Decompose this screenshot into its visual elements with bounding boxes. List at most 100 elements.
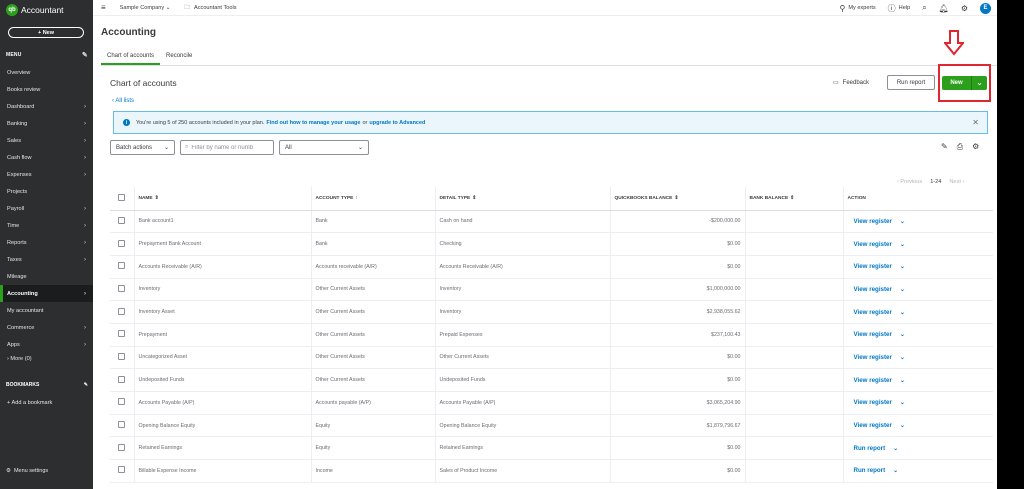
notifications-button[interactable]: 🔔︎	[939, 4, 949, 13]
bank-balance-cell	[744, 346, 843, 370]
row-action-chevron-down-icon[interactable]: ⌄	[893, 468, 898, 474]
search-button[interactable]: ⌕	[922, 3, 926, 13]
settings-button[interactable]: ⚙	[961, 4, 968, 13]
batch-actions-dropdown[interactable]: Batch actions ⌄	[110, 140, 175, 155]
edit-bookmarks-pencil-icon[interactable]: ✎	[84, 382, 88, 388]
sidebar-item-books-review[interactable]: Books review	[0, 81, 93, 98]
row-checkbox-cell	[110, 232, 134, 256]
pager-previous[interactable]: ‹ Previous	[897, 179, 922, 185]
row-checkbox[interactable]	[118, 307, 126, 315]
add-bookmark-link[interactable]: + Add a bookmark	[7, 400, 52, 406]
sidebar-new-button[interactable]: + New	[8, 27, 84, 38]
help-button[interactable]: ⓘ Help	[888, 3, 911, 14]
sidebar-item-sales[interactable]: Sales ›	[0, 132, 93, 149]
run-report-button[interactable]: Run report	[887, 75, 935, 90]
sidebar-item-dashboard[interactable]: Dashboard ›	[0, 98, 93, 115]
sidebar-more[interactable]: › More (0)	[7, 356, 32, 362]
row-action-link[interactable]: View register	[854, 286, 892, 293]
detail-type-column-header[interactable]: DETAIL TYPE ⇕	[434, 187, 610, 211]
row-action-link[interactable]: View register	[854, 354, 892, 361]
row-action-chevron-down-icon[interactable]: ⌄	[900, 287, 905, 293]
row-checkbox[interactable]	[118, 466, 126, 474]
row-action-chevron-down-icon[interactable]: ⌄	[900, 264, 905, 270]
qb-balance-column-header[interactable]: QUICKBOOKS BALANCE ⇕	[609, 187, 745, 211]
sidebar-item-cash-flow[interactable]: Cash flow ›	[0, 149, 93, 166]
sidebar-item-commerce[interactable]: Commerce ›	[0, 319, 93, 336]
menu-settings-link[interactable]: ⚙ Menu settings	[6, 468, 48, 474]
row-checkbox[interactable]	[118, 443, 126, 451]
row-action-chevron-down-icon[interactable]: ⌄	[900, 355, 905, 361]
row-action-link[interactable]: View register	[854, 399, 892, 406]
filter-by-name-input[interactable]	[191, 144, 264, 151]
sidebar-item-accounting[interactable]: Accounting ›	[0, 285, 93, 302]
row-action-link[interactable]: View register	[854, 331, 892, 338]
edit-pencil-icon[interactable]: ✎	[941, 142, 948, 152]
row-action-link[interactable]: View register	[854, 422, 892, 429]
row-action-chevron-down-icon[interactable]: ⌄	[900, 423, 905, 429]
row-checkbox[interactable]	[118, 284, 126, 292]
row-action-link[interactable]: View register	[854, 241, 892, 248]
action-cell: View register ⌄	[842, 346, 993, 370]
row-action-chevron-down-icon[interactable]: ⌄	[900, 242, 905, 248]
account-type-cell: Other Current Assets	[310, 323, 435, 347]
select-all-checkbox[interactable]	[118, 193, 126, 201]
name-column-header[interactable]: NAME ⇕	[133, 187, 311, 211]
row-checkbox[interactable]	[118, 239, 126, 247]
sidebar-item-projects[interactable]: Projects	[0, 183, 93, 200]
brand-logo[interactable]: qb Accountant	[6, 3, 64, 17]
sidebar-item-label: Time	[7, 222, 20, 229]
sidebar-item-time[interactable]: Time ›	[0, 217, 93, 234]
row-checkbox[interactable]	[118, 398, 126, 406]
qb-balance-cell: $237,100.43	[609, 323, 745, 347]
edit-menu-pencil-icon[interactable]: ✎	[82, 51, 88, 59]
row-checkbox[interactable]	[118, 352, 126, 360]
sidebar-item-apps[interactable]: Apps ›	[0, 336, 93, 353]
tab-reconcile[interactable]: Reconcile	[160, 53, 198, 65]
row-checkbox[interactable]	[118, 421, 126, 429]
feedback-button[interactable]: ▭ Feedback	[833, 79, 869, 87]
account-type-filter-select[interactable]: All ⌄	[279, 140, 369, 155]
pager-next[interactable]: Next ›	[949, 179, 964, 185]
row-action-link[interactable]: View register	[854, 218, 892, 225]
row-action-link[interactable]: Run report	[854, 467, 886, 474]
row-action-link[interactable]: View register	[854, 309, 892, 316]
chevron-down-icon: ⌄	[357, 145, 363, 151]
account-type-column-header[interactable]: ACCOUNT TYPE ↑	[310, 187, 435, 211]
row-checkbox[interactable]	[118, 375, 126, 383]
manage-usage-link[interactable]: Find out how to manage your usage	[266, 120, 360, 126]
row-action-chevron-down-icon[interactable]: ⌄	[900, 310, 905, 316]
row-checkbox[interactable]	[118, 330, 126, 338]
row-action-link[interactable]: View register	[854, 377, 892, 384]
close-icon[interactable]: ✕	[972, 118, 979, 127]
table-settings-gear-icon[interactable]: ⚙	[972, 142, 979, 152]
row-action-chevron-down-icon[interactable]: ⌄	[900, 332, 905, 338]
sidebar-item-overview[interactable]: Overview	[0, 64, 93, 81]
user-avatar[interactable]: E	[980, 2, 991, 14]
bank-balance-column-header[interactable]: BANK BALANCE ⇕	[744, 187, 843, 211]
row-action-link[interactable]: View register	[854, 263, 892, 270]
row-action-chevron-down-icon[interactable]: ⌄	[893, 446, 898, 452]
accountant-tools-button[interactable]: 🗀 Accountant Tools	[184, 3, 236, 13]
sidebar-item-reports[interactable]: Reports ›	[0, 234, 93, 251]
tab-chart-of-accounts[interactable]: Chart of accounts	[101, 53, 161, 65]
sidebar-item-payroll[interactable]: Payroll ›	[0, 200, 93, 217]
my-experts-button[interactable]: ⚲ My experts	[839, 4, 875, 13]
row-checkbox[interactable]	[118, 262, 126, 270]
row-checkbox[interactable]	[118, 216, 126, 224]
sidebar-item-my-accountant[interactable]: My accountant	[0, 302, 93, 319]
row-action-chevron-down-icon[interactable]: ⌄	[900, 400, 905, 406]
company-switcher[interactable]: Sample Company ⌄	[120, 5, 171, 11]
action-cell: Run report ⌄	[842, 436, 993, 461]
sidebar-item-expenses[interactable]: Expenses ›	[0, 166, 93, 183]
sidebar-item-taxes[interactable]: Taxes ›	[0, 251, 93, 268]
print-icon[interactable]: ⎙	[957, 142, 963, 152]
menu-toggle-icon[interactable]: ≡	[101, 3, 106, 12]
row-action-link[interactable]: Run report	[854, 445, 886, 452]
sidebar-item-banking[interactable]: Banking ›	[0, 115, 93, 132]
account-type-cell: Other Current Assets	[310, 300, 435, 324]
upgrade-advanced-link[interactable]: upgrade to Advanced	[369, 120, 425, 126]
sidebar-item-mileage[interactable]: Mileage	[0, 268, 93, 285]
row-action-chevron-down-icon[interactable]: ⌄	[900, 378, 905, 384]
row-action-chevron-down-icon[interactable]: ⌄	[900, 219, 905, 225]
all-lists-link[interactable]: ‹ All lists	[112, 98, 134, 104]
